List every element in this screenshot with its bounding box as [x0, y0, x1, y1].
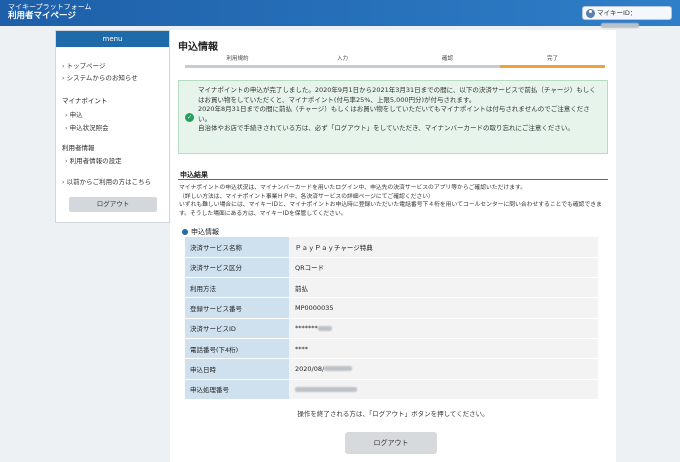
end-note: 操作を終了される方は、「ログアウト」ボタンを押してください。: [297, 410, 489, 418]
brand[interactable]: マイキープラットフォーム 利用者マイページ: [8, 3, 91, 21]
result-line: （詳しい方法は、マイナポイント事業ＨＰ中、各決済サービスの詳細ページにてご確認く…: [179, 193, 434, 200]
chevron-right-icon: ›: [65, 111, 68, 119]
mykey-label: マイキーID：: [597, 9, 637, 17]
redacted-block: [317, 325, 332, 331]
row-value: *******: [295, 324, 318, 333]
user-icon: [586, 9, 595, 18]
brand-line2: 利用者マイページ: [8, 11, 76, 21]
chevron-right-icon: ›: [65, 124, 68, 132]
step-complete: 完了: [500, 54, 605, 68]
result-description: マイナポイントの申込状況は、マイナンバーカードを用いたログイン中、申込先の決済サ…: [179, 184, 609, 218]
row-value: ＰａｙＰａｙチャージ特典: [289, 237, 598, 258]
application-info-table: 決済サービス名称 ＰａｙＰａｙチャージ特典 決済サービス区分 QRコード 利用方法前…: [185, 237, 598, 400]
row-label: 決済サービス名称: [185, 237, 289, 258]
step-input: 入力: [290, 54, 395, 68]
sidebar-title: menu: [56, 31, 169, 47]
row-value-cell: [289, 379, 598, 400]
mykey-id-badge[interactable]: マイキーID：: [582, 6, 672, 28]
sidebar-item-top[interactable]: › トップページ: [62, 60, 105, 70]
chevron-right-icon: ›: [62, 62, 65, 70]
redacted-block: [324, 366, 353, 372]
row-label: 決済サービスID: [185, 318, 289, 339]
step-terms: 利用規約: [185, 54, 290, 68]
table-row: 決済サービスID *******: [185, 318, 598, 339]
table-row: 決済サービス名称 ＰａｙＰａｙチャージ特典: [185, 237, 598, 258]
table-row: 電話番号(下4桁) ****: [185, 338, 598, 360]
mykey-id-redacted: [601, 22, 639, 28]
logout-button[interactable]: ログアウト: [345, 432, 437, 454]
sidebar-group-mynapoint: マイナポイント: [62, 97, 108, 105]
table-row: 登録サービス番号 MP0000035: [185, 297, 598, 319]
row-value-cell: *******: [289, 318, 598, 339]
row-value: MP0000035: [289, 297, 598, 319]
row-label: 電話番号(下4桁): [185, 338, 289, 360]
bullet-dot-icon: [182, 229, 188, 235]
chevron-right-icon: ›: [65, 157, 68, 165]
sidebar-item-label: 利用者情報の設定: [69, 157, 122, 165]
sidebar-item-label: 申込: [69, 111, 83, 119]
sidebar-item-label: システムからのお知らせ: [66, 74, 138, 82]
sidebar-item-news[interactable]: › システムからのお知らせ: [62, 72, 138, 82]
row-label: 登録サービス番号: [185, 297, 289, 319]
result-line: マイナポイントの申込状況は、マイナンバーカードを用いたログイン中、申込先の決済サ…: [179, 185, 527, 191]
result-line: いずれも難しい場合には、マイキーIDと、マイナポイントお申込時に登録いただいた電…: [179, 202, 602, 217]
sidebar-item-apply[interactable]: › 申込: [65, 109, 83, 119]
sidebar-item-status[interactable]: › 申込状況照会: [65, 122, 109, 132]
info-title-text: 申込情報: [191, 228, 219, 236]
page-title: 申込情報: [178, 42, 218, 53]
row-value: ****: [289, 338, 598, 360]
row-value: QRコード: [289, 257, 598, 279]
row-value-cell: 2020/08/: [289, 358, 598, 380]
table-row: 利用方法 前払: [185, 277, 598, 299]
redacted-block: [295, 386, 357, 392]
chevron-right-icon: ›: [62, 74, 65, 82]
row-label: 申込処理番号: [185, 379, 289, 400]
sidebar-group-user: 利用者情報: [62, 144, 95, 152]
check-circle-icon: ✓: [185, 113, 194, 122]
success-line: 2020年8月31日までの間に前払（チャージ）もしくはお買い物をしていただいても…: [198, 105, 590, 123]
table-row: 申込日時 2020/08/: [185, 358, 598, 380]
success-message: マイナポイントの申込が完了しました。2020年9月1日から2021年3月31日ま…: [198, 86, 602, 134]
sidebar-item-user-settings[interactable]: › 利用者情報の設定: [65, 155, 122, 165]
main-content: 申込情報 利用規約 入力 確認 完了 ✓ マイナポイントの申込が完了しました。2…: [170, 30, 616, 462]
progress-steps: 利用規約 入力 確認 完了: [185, 54, 607, 68]
sidebar-item-label: 申込状況照会: [69, 124, 109, 132]
row-label: 申込日時: [185, 358, 289, 380]
section-divider: [178, 179, 608, 180]
step-confirm: 確認: [395, 54, 500, 68]
row-value: 2020/08/: [295, 364, 325, 373]
sidebar-item-label: 以前からご利用の方はこちら: [66, 178, 152, 186]
chevron-right-icon: ›: [62, 178, 65, 186]
row-value: 前払: [289, 277, 598, 299]
success-line: マイナポイントの申込が完了しました。2020年9月1日から2021年3月31日ま…: [198, 86, 596, 104]
success-message-box: ✓ マイナポイントの申込が完了しました。2020年9月1日から2021年3月31…: [178, 80, 608, 154]
row-label: 決済サービス区分: [185, 257, 289, 279]
top-header: マイキープラットフォーム 利用者マイページ マイキーID：: [0, 0, 680, 28]
sidebar-logout-button[interactable]: ログアウト: [69, 197, 157, 212]
sidebar-item-label: トップページ: [66, 62, 106, 70]
row-label: 利用方法: [185, 277, 289, 299]
info-section-title: 申込情報: [182, 227, 219, 237]
success-line: 自治体やお店で手続きされている方は、必ず「ログアウト」をしていただき、マイナンバ…: [198, 124, 574, 132]
sidebar-item-previous-user[interactable]: › 以前からご利用の方はこちら: [62, 176, 151, 186]
table-row: 申込処理番号: [185, 379, 598, 400]
table-row: 決済サービス区分 QRコード: [185, 257, 598, 279]
sidebar: menu › トップページ › システムからのお知らせ マイナポイント › 申込 › 申…: [55, 30, 170, 223]
